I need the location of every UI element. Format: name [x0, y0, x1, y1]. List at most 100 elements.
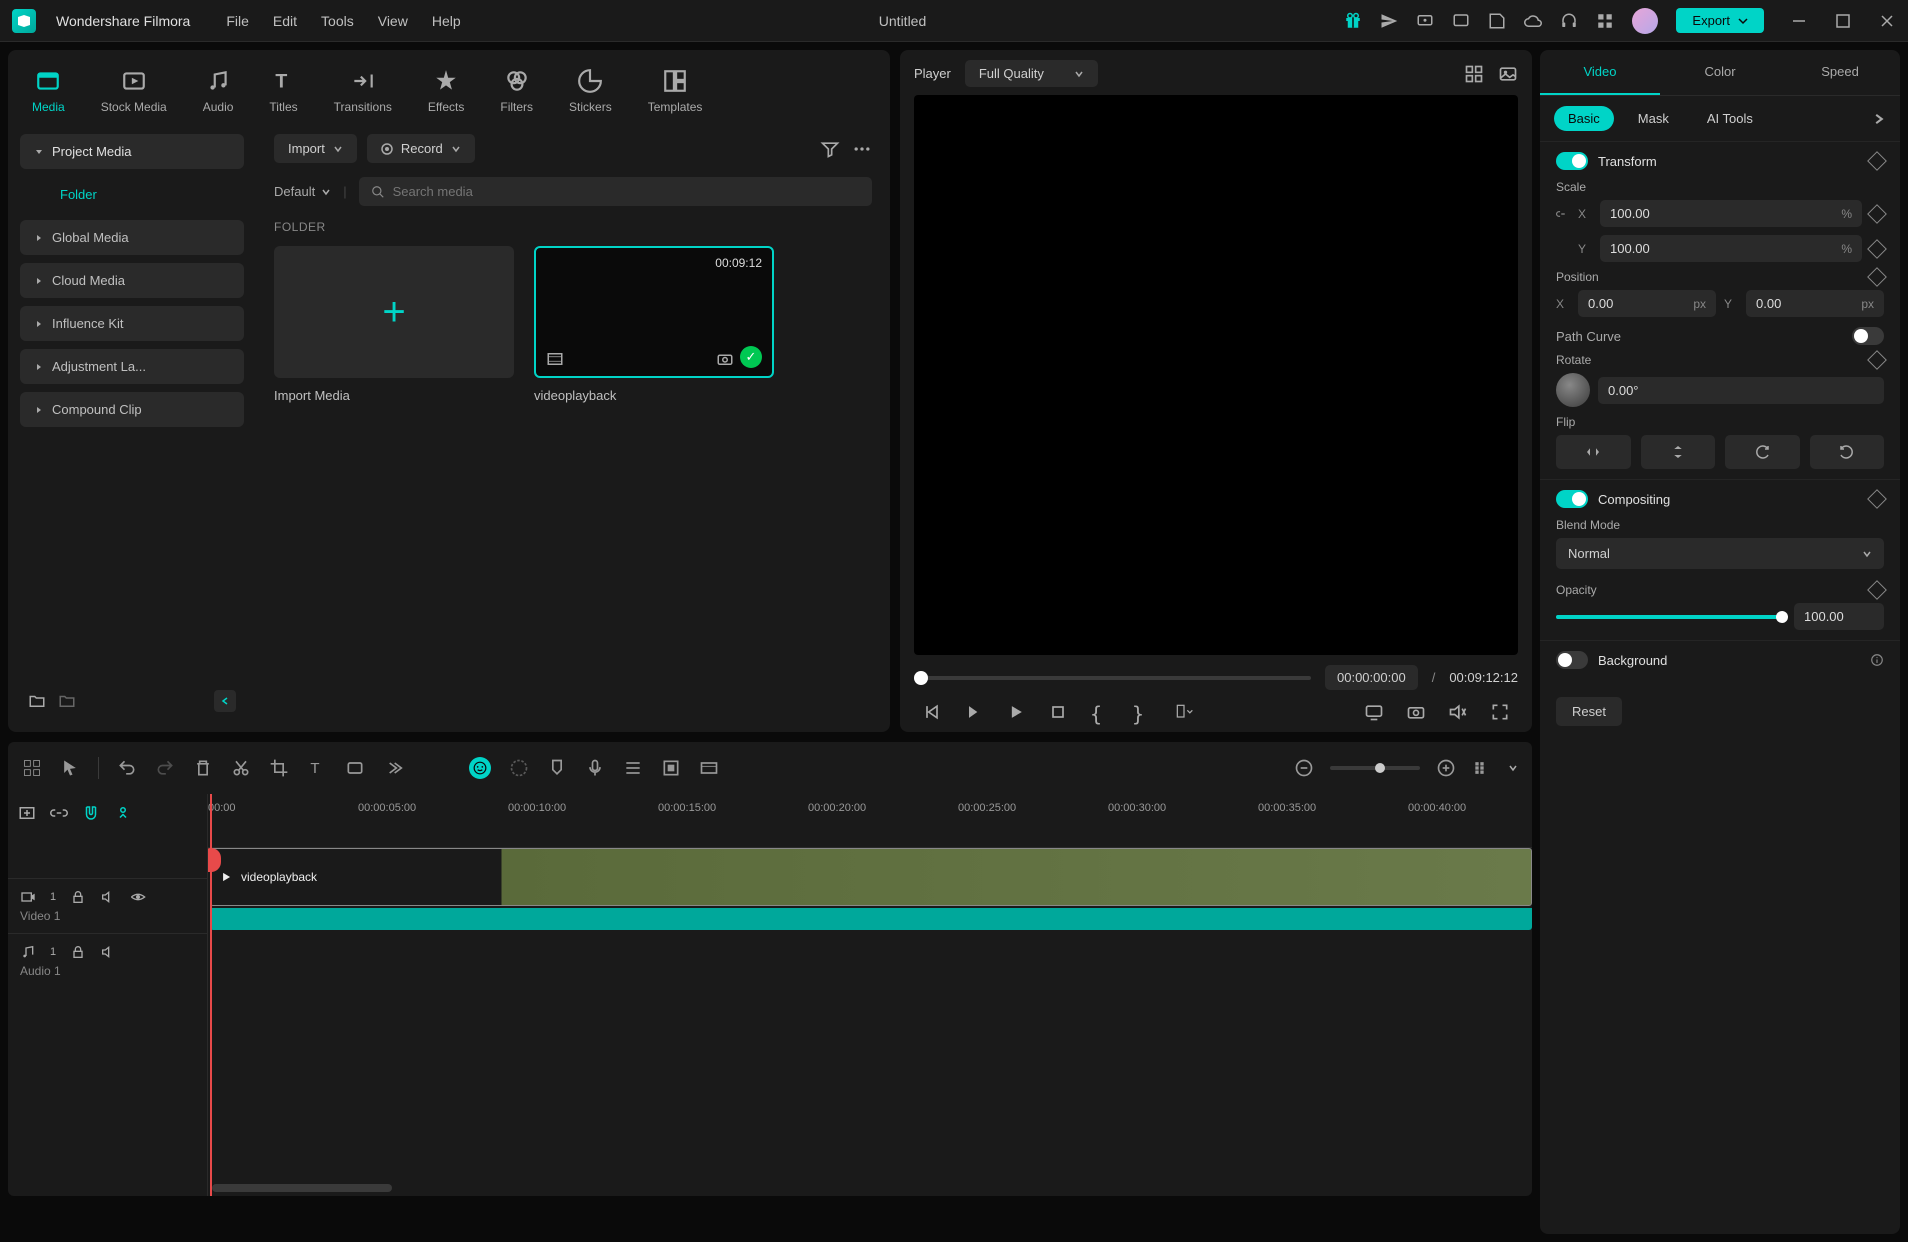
fullscreen-icon[interactable] — [1490, 702, 1510, 722]
menu-edit[interactable]: Edit — [273, 13, 297, 29]
snapshot-icon[interactable] — [1406, 702, 1426, 722]
zoom-in-icon[interactable] — [1436, 758, 1456, 778]
select-tool-icon[interactable] — [22, 758, 42, 778]
avatar[interactable] — [1632, 8, 1658, 34]
menu-file[interactable]: File — [226, 13, 249, 29]
image-icon[interactable] — [1498, 64, 1518, 84]
keyframe-icon[interactable] — [1867, 267, 1887, 287]
media-tab-filters[interactable]: Filters — [486, 60, 547, 122]
rotate-input[interactable] — [1598, 377, 1884, 404]
audio-clip[interactable] — [210, 908, 1532, 930]
close-icon[interactable] — [1878, 12, 1896, 30]
cursor-tool-icon[interactable] — [60, 758, 80, 778]
import-media-card[interactable]: + Import Media — [274, 246, 514, 403]
background-toggle[interactable] — [1556, 651, 1588, 669]
mark-out-icon[interactable]: } — [1132, 702, 1152, 722]
grid-view-icon[interactable] — [1464, 64, 1484, 84]
collapse-sidebar-button[interactable] — [214, 690, 236, 712]
sidebar-item-global-media[interactable]: Global Media — [20, 220, 244, 255]
keyframe-icon[interactable] — [1867, 204, 1887, 224]
mute-icon[interactable] — [100, 944, 116, 960]
transform-toggle[interactable] — [1556, 152, 1588, 170]
media-tab-transitions[interactable]: Transitions — [320, 60, 406, 122]
pos-x-input[interactable]: px — [1578, 290, 1716, 317]
scrubber[interactable] — [914, 676, 1311, 680]
marker-dropdown-icon[interactable] — [1174, 702, 1194, 722]
audio-track-header[interactable]: 1 Audio 1 — [8, 933, 207, 988]
send-icon[interactable] — [1380, 12, 1398, 30]
redo-icon[interactable] — [155, 758, 175, 778]
video-track-header[interactable]: 1 Video 1 — [8, 878, 207, 933]
flip-vertical-button[interactable] — [1641, 435, 1716, 469]
play-skip-icon[interactable] — [964, 702, 984, 722]
keyframe-icon[interactable] — [1867, 489, 1887, 509]
marker-icon[interactable] — [547, 758, 567, 778]
record-button[interactable]: Record — [367, 134, 475, 163]
opacity-slider[interactable] — [1556, 615, 1782, 619]
quality-select[interactable]: Full Quality — [965, 60, 1098, 87]
lock-icon[interactable] — [70, 889, 86, 905]
speed-tool-icon[interactable] — [345, 758, 365, 778]
stop-icon[interactable] — [1048, 702, 1068, 722]
sidebar-item-compound-clip[interactable]: Compound Clip — [20, 392, 244, 427]
search-box[interactable] — [359, 177, 872, 206]
rotate-cw-button[interactable] — [1725, 435, 1800, 469]
crop-icon[interactable] — [269, 758, 289, 778]
chevron-right-icon[interactable] — [1872, 112, 1886, 126]
video-clip[interactable]: videoplayback — [210, 848, 1532, 906]
media-tab-media[interactable]: Media — [18, 60, 79, 122]
link-scale-icon[interactable] — [1556, 207, 1570, 221]
media-tab-effects[interactable]: Effects — [414, 60, 478, 122]
playhead[interactable] — [210, 794, 212, 1196]
rotate-ccw-button[interactable] — [1810, 435, 1885, 469]
import-button[interactable]: Import — [274, 134, 357, 163]
timeline-view-icon[interactable] — [1472, 758, 1492, 778]
layout-icon[interactable] — [1452, 12, 1470, 30]
export-button[interactable]: Export — [1676, 8, 1764, 33]
scale-y-input[interactable]: % — [1600, 235, 1862, 262]
subtab-mask[interactable]: Mask — [1624, 106, 1683, 131]
mark-in-icon[interactable]: { — [1090, 702, 1110, 722]
blend-mode-select[interactable]: Normal — [1556, 538, 1884, 569]
reset-button[interactable]: Reset — [1556, 697, 1622, 726]
keyframe-icon[interactable] — [1867, 239, 1887, 259]
mute-icon[interactable] — [100, 889, 116, 905]
inspector-tab-video[interactable]: Video — [1540, 50, 1660, 95]
media-clip-card[interactable]: 00:09:12 ✓ videoplayback — [534, 246, 774, 403]
player-viewport[interactable] — [914, 95, 1518, 655]
media-tab-stickers[interactable]: Stickers — [555, 60, 626, 122]
timeline-canvas[interactable]: 00:00 00:00:05:00 00:00:10:00 00:00:15:0… — [208, 794, 1532, 1196]
keyframe-icon[interactable] — [1867, 350, 1887, 370]
subtab-basic[interactable]: Basic — [1554, 106, 1614, 131]
screen-record-icon[interactable] — [1416, 12, 1434, 30]
voiceover-icon[interactable] — [585, 758, 605, 778]
folder-settings-icon[interactable] — [58, 692, 76, 710]
search-input[interactable] — [393, 184, 860, 199]
menu-view[interactable]: View — [378, 13, 408, 29]
more-tools-icon[interactable] — [383, 758, 403, 778]
link-tracks-icon[interactable] — [50, 804, 68, 822]
media-tab-stock[interactable]: Stock Media — [87, 60, 181, 122]
media-tab-audio[interactable]: Audio — [189, 60, 248, 122]
zoom-out-icon[interactable] — [1294, 758, 1314, 778]
quality-icon[interactable] — [1448, 702, 1468, 722]
magnet-icon[interactable] — [82, 804, 100, 822]
rotate-knob[interactable] — [1556, 373, 1590, 407]
add-track-icon[interactable] — [18, 804, 36, 822]
info-icon[interactable] — [1870, 653, 1884, 667]
audio-mix-icon[interactable] — [623, 758, 643, 778]
gift-icon[interactable] — [1344, 12, 1362, 30]
more-icon[interactable] — [852, 139, 872, 159]
sort-button[interactable]: Default — [274, 184, 331, 199]
media-tab-templates[interactable]: Templates — [634, 60, 717, 122]
delete-icon[interactable] — [193, 758, 213, 778]
auto-ripple-icon[interactable] — [114, 804, 132, 822]
apps-icon[interactable] — [1596, 12, 1614, 30]
headphones-icon[interactable] — [1560, 12, 1578, 30]
pos-y-input[interactable]: px — [1746, 290, 1884, 317]
split-icon[interactable] — [231, 758, 251, 778]
subtab-ai-tools[interactable]: AI Tools — [1693, 106, 1767, 131]
new-folder-icon[interactable] — [28, 692, 46, 710]
maximize-icon[interactable] — [1834, 12, 1852, 30]
sidebar-item-influence-kit[interactable]: Influence Kit — [20, 306, 244, 341]
